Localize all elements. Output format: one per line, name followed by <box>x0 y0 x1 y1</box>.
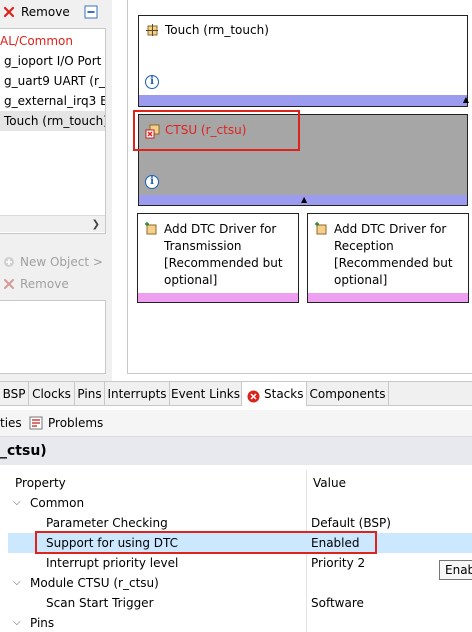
property-name: Pins <box>30 616 55 630</box>
column-header-property[interactable]: Property <box>15 473 66 493</box>
problems-icon <box>29 416 43 433</box>
scroll-right-icon[interactable]: ❯ <box>92 219 100 230</box>
property-value[interactable]: Priority 2 <box>311 553 365 573</box>
dtc-rx-module[interactable]: Add DTC Driver for Reception [Recommende… <box>307 213 469 303</box>
tab-stacks[interactable]: Stacks <box>242 382 307 406</box>
left-panel: Remove AL/Common g_ioport I/O Port g_uar… <box>0 0 112 381</box>
property-name: Module CTSU (r_ctsu) <box>30 576 159 590</box>
info-icon[interactable]: i <box>145 175 159 189</box>
configuration-tabbar: BSP Clocks Pins Interrupts Event Links S… <box>0 381 472 406</box>
tree-item-external-irq3[interactable]: g_external_irq3 Ex <box>4 91 105 111</box>
tab-properties[interactable]: ties <box>0 410 22 437</box>
property-row-pins[interactable]: ⌵ Pins <box>8 613 472 632</box>
property-row-parameter-checking[interactable]: Parameter Checking Default (BSP) <box>8 513 472 533</box>
dtc-rx-bar <box>308 293 468 302</box>
tree-header[interactable]: AL/Common <box>0 31 73 51</box>
tree-item-ioport[interactable]: g_ioport I/O Port <box>4 51 101 71</box>
add-module-icon <box>314 222 328 236</box>
tab-pins[interactable]: Pins <box>75 382 105 406</box>
new-object-icon <box>2 255 16 272</box>
objects-list <box>0 300 106 374</box>
up-arrow-icon: ▲ <box>301 195 308 204</box>
touch-module-title: Touch (rm_touch) <box>165 23 269 37</box>
stack-canvas: Touch (rm_touch) i ▲ CTSU (r_ctsu) i ▲ A… <box>127 0 472 374</box>
new-object-button[interactable]: New Object > <box>20 252 103 272</box>
column-header-value[interactable]: Value <box>313 473 346 493</box>
objects-toolbar: New Object > Remove <box>0 252 110 296</box>
tree-item-touch[interactable]: Touch (rm_touch) <box>0 111 105 131</box>
dtc-tx-bar <box>138 293 298 302</box>
property-value[interactable]: Default (BSP) <box>311 513 391 533</box>
properties-view-tabs: ties Problems <box>0 410 472 437</box>
chevron-down-icon[interactable]: ⌵ <box>13 493 21 513</box>
property-name: Scan Start Trigger <box>46 596 154 610</box>
touch-interface-bar <box>139 95 467 106</box>
tab-interrupts[interactable]: Interrupts <box>105 382 170 406</box>
value-tooltip: Enab <box>439 560 472 580</box>
threads-tree: AL/Common g_ioport I/O Port g_uart9 UART… <box>0 28 106 234</box>
tab-stacks-label: Stacks <box>264 387 304 401</box>
top-toolbar: Remove <box>0 0 112 27</box>
up-arrow-icon: ▲ <box>462 95 469 104</box>
property-row-interrupt-priority[interactable]: Interrupt priority level Priority 2 <box>8 553 472 573</box>
remove-object-icon <box>2 277 16 294</box>
remove-button[interactable]: Remove <box>21 5 70 19</box>
remove-object-button[interactable]: Remove <box>20 274 69 294</box>
tab-problems[interactable]: Problems <box>48 410 103 437</box>
dtc-tx-label: Add DTC Driver for Transmission [Recomme… <box>164 222 283 287</box>
property-row-module-ctsu[interactable]: ⌵ Module CTSU (r_ctsu) <box>8 573 472 593</box>
tab-bsp[interactable]: BSP <box>0 382 29 406</box>
property-name: Parameter Checking <box>46 516 168 530</box>
collapse-all-icon[interactable] <box>84 5 98 19</box>
property-row-scan-start-trigger[interactable]: Scan Start Trigger Software <box>8 593 472 613</box>
tab-components[interactable]: Components <box>307 382 389 406</box>
tab-event-links[interactable]: Event Links <box>170 382 242 406</box>
chevron-down-icon[interactable]: ⌵ <box>13 613 21 632</box>
remove-icon[interactable] <box>2 5 16 19</box>
add-module-icon <box>144 222 158 236</box>
chevron-down-icon[interactable]: ⌵ <box>13 573 21 593</box>
tree-horizontal-scrollbar[interactable]: ❯ <box>0 215 105 232</box>
tree-item-uart9[interactable]: g_uart9 UART (r_s <box>4 71 105 91</box>
touch-module[interactable]: Touch (rm_touch) i ▲ <box>138 15 469 107</box>
property-name: Interrupt priority level <box>46 556 179 570</box>
info-icon[interactable]: i <box>145 75 159 89</box>
ctsu-highlight-box <box>133 110 300 151</box>
error-icon <box>247 387 260 411</box>
tab-clocks[interactable]: Clocks <box>29 382 75 406</box>
properties-title: _ctsu) <box>0 437 472 465</box>
property-name: Common <box>30 496 85 510</box>
module-icon <box>145 23 159 37</box>
property-value[interactable]: Software <box>311 593 364 613</box>
property-row-common[interactable]: ⌵ Common <box>8 493 472 513</box>
dtc-rx-label: Add DTC Driver for Reception [Recommende… <box>334 222 453 287</box>
dtc-highlight-box <box>35 531 377 554</box>
dtc-tx-module[interactable]: Add DTC Driver for Transmission [Recomme… <box>137 213 299 303</box>
